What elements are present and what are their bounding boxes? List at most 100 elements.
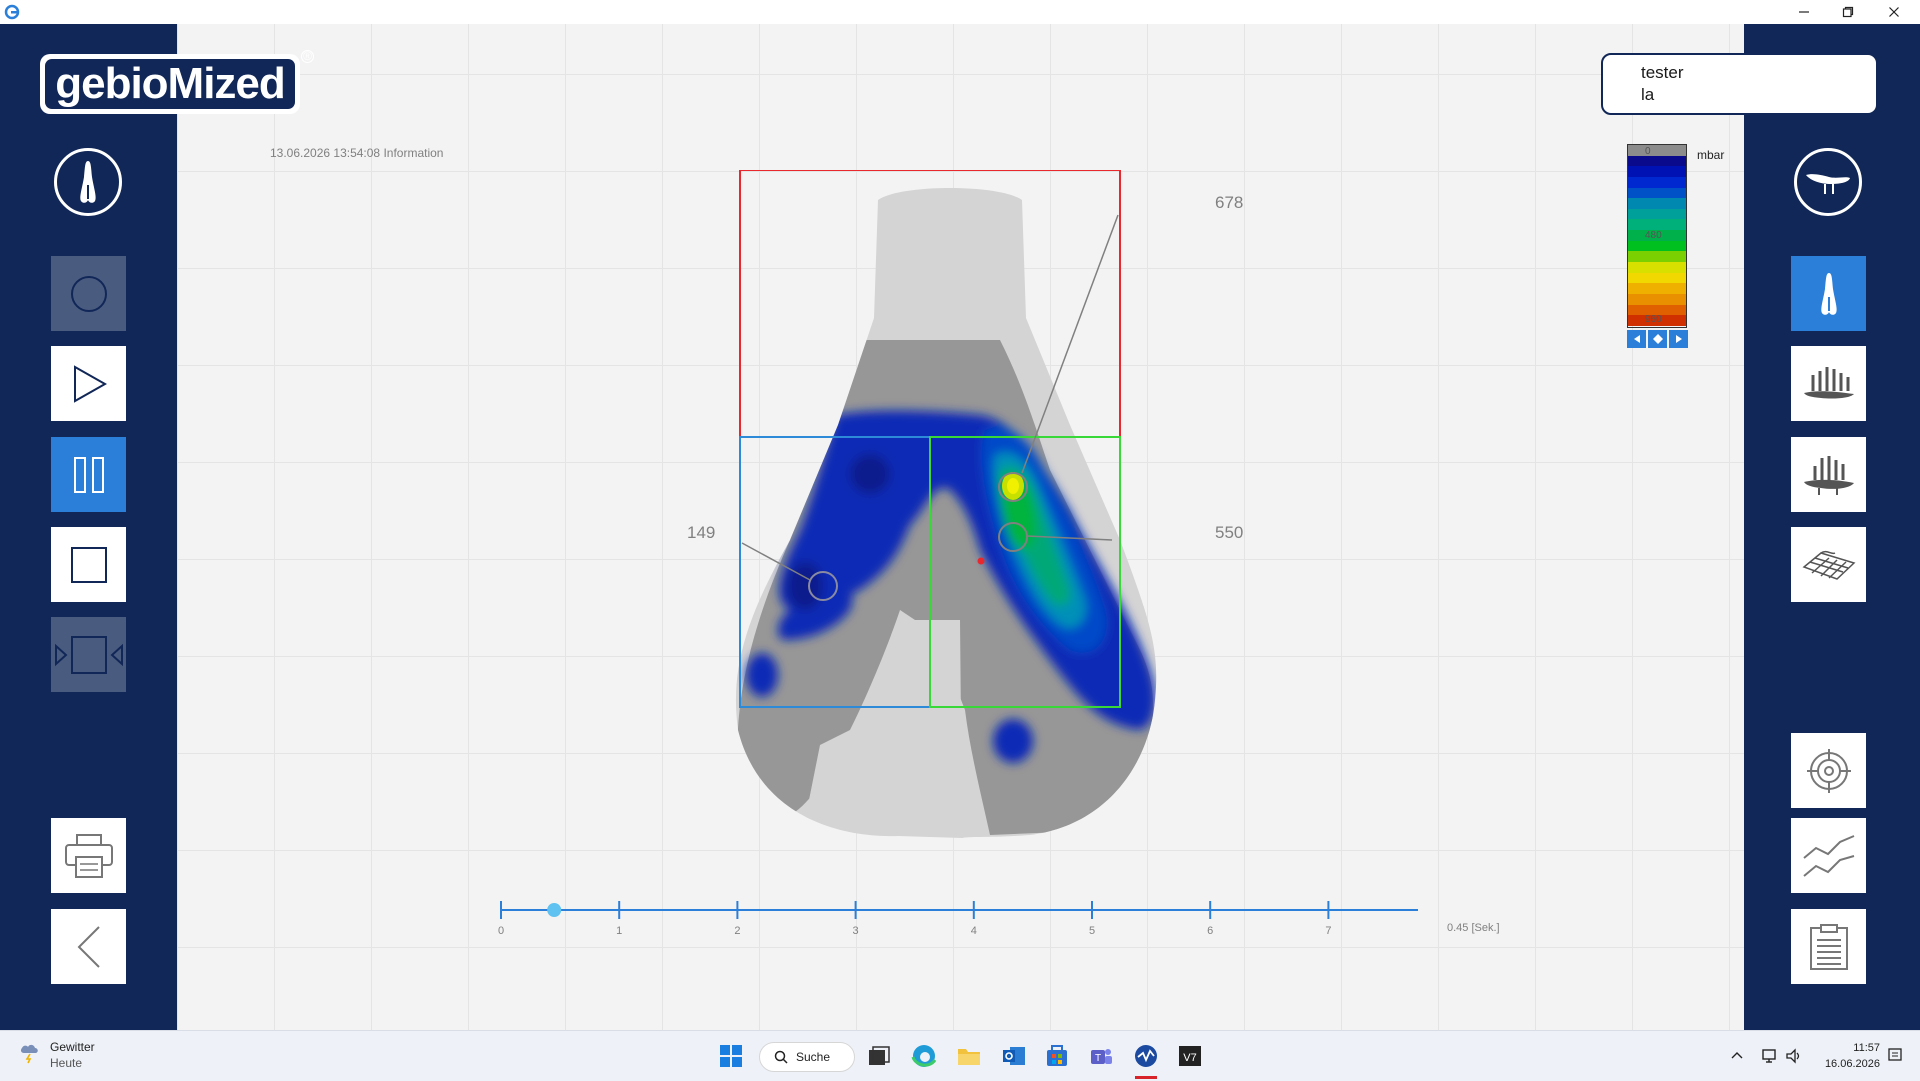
chevron-up-icon[interactable]	[1731, 1050, 1743, 1062]
record-button[interactable]	[51, 256, 126, 331]
stop-button[interactable]	[51, 527, 126, 602]
search-icon	[774, 1050, 788, 1064]
window-title-bar	[0, 0, 1920, 24]
saddle-icon	[80, 161, 96, 203]
speaker-icon[interactable]	[1785, 1047, 1803, 1065]
play-icon	[73, 364, 107, 403]
gebiomized-app-icon[interactable]	[1133, 1043, 1159, 1069]
logo-text: gebioMized	[55, 59, 286, 108]
saddle-icon	[1820, 272, 1837, 315]
close-icon[interactable]	[1872, 0, 1916, 24]
scale-band	[1628, 198, 1686, 209]
scale-band	[1628, 293, 1686, 305]
printer-icon	[64, 833, 113, 878]
scale-band	[1628, 166, 1686, 177]
scale-label-min: 0	[1645, 146, 1651, 157]
clipboard-icon	[1809, 923, 1848, 970]
bar-chart-saddle-icon	[1803, 366, 1854, 399]
restore-icon[interactable]	[1826, 0, 1870, 24]
notification-icon[interactable]	[1887, 1047, 1903, 1063]
center-of-pressure-button[interactable]	[1791, 733, 1866, 808]
scale-band	[1628, 262, 1686, 273]
print-button[interactable]	[51, 818, 126, 893]
v7-app-icon[interactable]: V7	[1177, 1043, 1203, 1069]
saddle-pressure-map	[735, 170, 1157, 838]
scale-band	[1628, 240, 1686, 252]
scale-band	[1628, 283, 1686, 294]
system-clock[interactable]: 11:57 16.06.2026	[1810, 1040, 1880, 1072]
pause-button[interactable]	[51, 437, 126, 512]
edge-browser-icon[interactable]	[911, 1043, 937, 1069]
right-zone-value-label: 550	[1215, 523, 1244, 542]
task-view-icon[interactable]	[866, 1043, 892, 1069]
line-chart-icon	[1802, 834, 1854, 877]
scale-controls	[1627, 330, 1688, 348]
scale-increase-button[interactable]	[1669, 330, 1688, 348]
pressure-surface-button[interactable]	[1791, 527, 1866, 602]
scale-label-mid: 480	[1645, 230, 1662, 241]
saddle-side-icon	[1806, 174, 1850, 194]
weather-title: Gewitter	[50, 1040, 95, 1054]
timeline-handle[interactable]	[547, 903, 562, 917]
windows-start-icon[interactable]	[718, 1043, 744, 1069]
timeline-tick-label: 7	[1325, 925, 1332, 937]
scale-band	[1628, 219, 1686, 231]
saddle-side-view-button[interactable]	[1794, 148, 1862, 216]
svg-text:V7: V7	[1183, 1052, 1196, 1064]
scale-band	[1628, 187, 1686, 199]
pressure-3d-bars-button[interactable]	[1791, 437, 1866, 512]
diamond-icon	[1652, 334, 1663, 344]
scale-auto-button[interactable]	[1648, 330, 1667, 348]
trim-recording-button[interactable]	[51, 617, 126, 692]
left-zone-value-label: 149	[687, 523, 716, 542]
network-icon[interactable]	[1761, 1047, 1779, 1065]
back-button[interactable]	[51, 909, 126, 984]
file-explorer-icon[interactable]	[956, 1043, 982, 1069]
user-detail: la	[1641, 85, 1655, 104]
scale-band	[1628, 176, 1686, 188]
scale-decrease-button[interactable]	[1627, 330, 1646, 348]
peak-value-label: 678	[1215, 193, 1244, 212]
bar-chart-3d-icon	[1803, 455, 1854, 495]
report-button[interactable]	[1791, 909, 1866, 984]
scale-label-max: 960	[1645, 314, 1662, 325]
scale-band	[1628, 155, 1686, 167]
saddle-2d-view-button[interactable]	[1791, 256, 1866, 331]
timeline-tick-label: 4	[970, 925, 977, 937]
time-readout: 0.45 [Sek.]	[1447, 922, 1500, 934]
weather-widget[interactable]: Gewitter Heute	[18, 1039, 95, 1071]
playback-timeline[interactable]	[498, 896, 1418, 936]
svg-text:T: T	[1095, 1053, 1101, 1064]
scale-band	[1628, 251, 1686, 263]
triangle-right-icon	[1675, 335, 1682, 343]
user-info-box: tester la	[1601, 53, 1878, 115]
storm-cloud-icon	[20, 1044, 38, 1064]
timeline-tick-label: 5	[1088, 925, 1096, 937]
scale-band	[1628, 272, 1686, 284]
scale-band	[1628, 208, 1686, 220]
app-icon	[4, 4, 20, 20]
stop-icon	[70, 546, 107, 583]
line-chart-button[interactable]	[1791, 818, 1866, 893]
trademark-symbol: ®	[301, 50, 314, 63]
outlook-icon[interactable]	[1001, 1043, 1027, 1069]
weather-subtitle: Heute	[50, 1056, 83, 1070]
triangle-left-icon	[1633, 335, 1640, 343]
saddle-top-view-button[interactable]	[54, 148, 122, 216]
chevron-left-icon	[77, 925, 100, 968]
user-name: tester	[1641, 63, 1684, 82]
pause-icon	[73, 456, 104, 493]
timeline-tick-label: 6	[1207, 925, 1214, 937]
clock-time: 11:57	[1853, 1042, 1880, 1054]
timeline-tick-label: 2	[734, 925, 741, 937]
store-icon[interactable]	[1044, 1043, 1070, 1069]
logo: gebioMized ®	[40, 50, 314, 114]
play-button[interactable]	[51, 346, 126, 421]
record-icon	[70, 275, 107, 312]
teams-icon[interactable]: T	[1088, 1043, 1114, 1069]
pressure-bars-view-button[interactable]	[1791, 346, 1866, 421]
minimize-icon[interactable]	[1782, 0, 1826, 24]
target-icon	[1806, 748, 1851, 793]
timeline-tick-label: 1	[616, 925, 623, 937]
taskbar-search[interactable]: Suche	[759, 1042, 855, 1072]
